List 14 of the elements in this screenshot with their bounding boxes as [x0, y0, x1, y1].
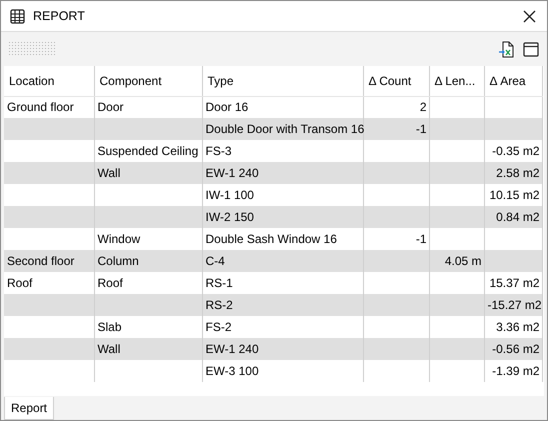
window-icon[interactable] — [523, 42, 539, 56]
column-header[interactable]: Location — [4, 66, 94, 96]
column-header[interactable]: Δ Area — [484, 66, 542, 96]
table-icon — [10, 8, 25, 24]
table-cell: EW-3 100 — [202, 360, 363, 382]
export-excel-icon[interactable] — [499, 40, 515, 58]
table-cell: -1.39 m2 — [484, 360, 542, 382]
column-header[interactable]: Δ Count — [363, 66, 429, 96]
column-header[interactable]: Component — [94, 66, 202, 96]
column-header[interactable]: Δ Len... — [429, 66, 484, 96]
close-icon[interactable] — [523, 10, 536, 22]
column-header[interactable]: Type — [202, 66, 363, 96]
tab[interactable]: Report — [4, 397, 54, 420]
window-title: REPORT — [33, 8, 85, 25]
